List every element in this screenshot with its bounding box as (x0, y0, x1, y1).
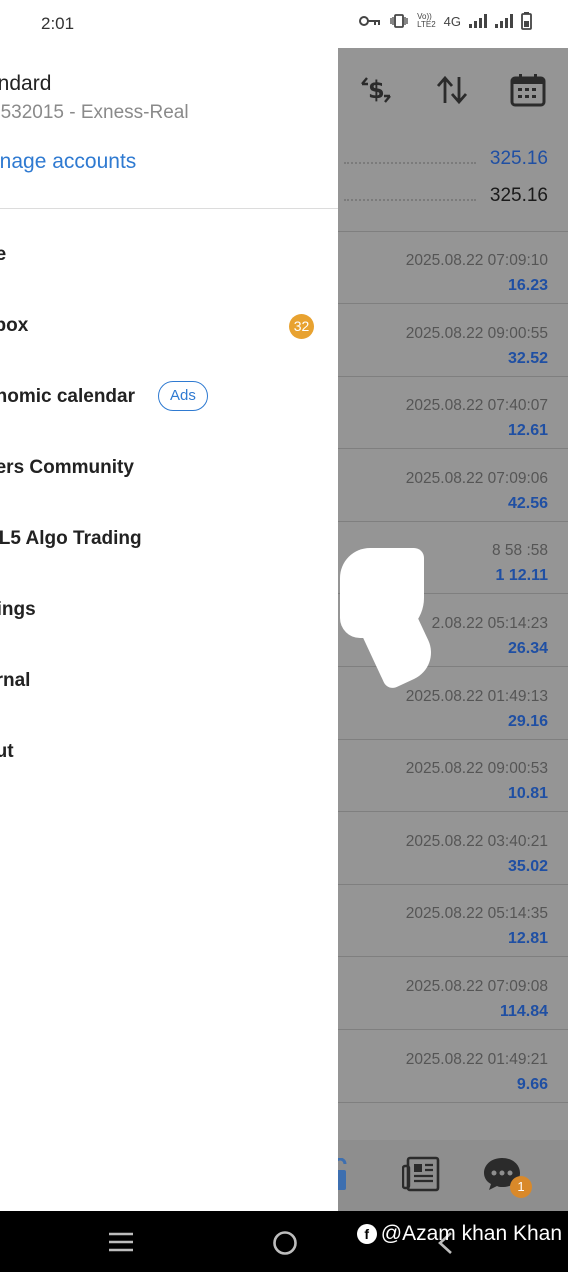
signal-icon-2 (495, 14, 513, 28)
network-type: 4G (443, 13, 461, 29)
menu-item-traders-community[interactable]: ders Community (0, 443, 338, 499)
deal-profit: 32.52 (507, 349, 548, 367)
menu-icon[interactable] (108, 1231, 134, 1258)
deal-row[interactable]: 2025.08.22 09:00:55 32.52 (338, 305, 568, 377)
balance-row: 325.16 (338, 146, 568, 176)
deal-row[interactable]: 2025.08.22 01:49:13 29.16 (338, 668, 568, 740)
vibrate-icon (389, 14, 409, 28)
system-nav-bar: f @Azam khan Khan (0, 1211, 568, 1272)
deal-row[interactable]: 2025.08.22 03:40:21 35.02 (338, 813, 568, 885)
history-toolbar: $ (338, 48, 568, 132)
leader-dots (344, 162, 476, 164)
menu-item-mql5-algo-trading[interactable]: QL5 Algo Trading (0, 514, 338, 570)
deal-time: 2.08.22 05:14:23 (431, 615, 548, 632)
deal-time: 2025.08.22 07:09:06 (405, 469, 548, 487)
menu-item-trade[interactable]: de (0, 230, 338, 286)
deal-profit: 9.66 (516, 1075, 548, 1093)
watermark: f @Azam khan Khan (356, 1222, 562, 1246)
menu-item-label: onomic calendar (0, 386, 135, 407)
deal-row[interactable]: 2025.08.22 07:09:06 42.56 (338, 450, 568, 522)
deal-row[interactable]: 2025.08.22 07:09:08 114.84 (338, 958, 568, 1030)
leader-dots (344, 199, 476, 201)
ads-pill: Ads (158, 381, 208, 411)
menu-item-label: QL5 Algo Trading (0, 528, 142, 549)
deal-row[interactable]: 2025.08.22 05:14:35 12.81 (338, 885, 568, 958)
deal-time: 2025.08.22 07:40:07 (405, 397, 548, 415)
lock-icon[interactable] (338, 1157, 348, 1197)
deal-time: 2025.08.22 07:09:10 (405, 252, 548, 269)
deal-profit: 16.23 (507, 277, 548, 294)
menu-item-economic-calendar[interactable]: onomic calendar Ads (0, 372, 338, 428)
menu-item-label: ders Community (0, 457, 134, 478)
watermark-text: @Azam khan Khan (380, 1222, 562, 1245)
calendar-icon[interactable] (508, 70, 548, 110)
balance-value: 325.16 (489, 148, 548, 169)
deal-time: 2025.08.22 03:40:21 (405, 832, 548, 850)
drawer-divider (0, 208, 338, 209)
deal-profit: 26.34 (507, 640, 548, 657)
deal-profit: 1 12.11 (495, 567, 549, 585)
bottom-tab-bar: 1 (338, 1140, 568, 1211)
deal-profit: 10.81 (507, 785, 548, 803)
deal-profit: 12.61 (507, 422, 548, 440)
menu-item-label: de (0, 244, 7, 265)
deal-profit: 35.02 (507, 857, 548, 875)
deal-profit: 29.16 (507, 712, 548, 730)
deal-time: 8 58 :58 (491, 542, 548, 560)
volte-indicator: Vo)) LTE2 (417, 13, 436, 29)
deal-row[interactable]: 2025.08.22 07:40:07 12.61 (338, 377, 568, 450)
deal-profit: 12.81 (507, 930, 548, 948)
news-icon[interactable] (401, 1156, 440, 1197)
currency-exchange-icon[interactable]: $ (356, 70, 396, 110)
deal-time: 2025.08.22 09:00:53 (405, 760, 548, 778)
menu-item-label: ilbox (0, 315, 29, 336)
key-icon (359, 15, 381, 27)
signal-icon-1 (469, 14, 487, 28)
status-time: 2:01 (41, 14, 75, 33)
deal-row[interactable]: 2025.08.22 09:00:53 10.81 (338, 740, 568, 813)
status-icons: Vo)) LTE2 4G (359, 12, 532, 30)
manage-accounts-link[interactable]: anage accounts (0, 150, 136, 174)
menu-item-journal[interactable]: urnal (0, 656, 338, 712)
deal-profit: 114.84 (499, 1003, 548, 1020)
equity-row: 325.16 (338, 183, 568, 213)
deal-time: 2025.08.22 01:49:13 (405, 687, 548, 705)
deal-time: 2025.08.22 09:00:55 (405, 324, 548, 342)
menu-item-label: out (0, 741, 14, 762)
home-icon[interactable] (272, 1230, 298, 1261)
navigation-drawer: andard 0532015 - Exness-Real anage accou… (0, 48, 338, 1211)
sort-icon[interactable] (432, 70, 472, 110)
deal-profit: 42.56 (507, 494, 548, 512)
svg-text:$: $ (368, 76, 385, 104)
status-bar: 2:01 Vo)) LTE2 4G (0, 0, 568, 48)
deal-row[interactable]: 2025.08.22 01:49:21 9.66 (338, 1031, 568, 1103)
account-number: 0532015 - Exness-Real (0, 102, 189, 123)
chat-badge: 1 (510, 1176, 532, 1198)
menu-item-settings[interactable]: ttings (0, 585, 338, 641)
deal-row[interactable]: 2025.08.22 07:09:10 16.23 (338, 232, 568, 304)
equity-value: 325.16 (489, 185, 548, 206)
lte2-label: LTE2 (417, 20, 436, 29)
menu-item-mailbox[interactable]: ilbox 32 (0, 301, 338, 357)
account-name[interactable]: andard (0, 72, 51, 96)
mailbox-count-badge: 32 (289, 314, 314, 339)
deal-time: 2025.08.22 05:14:35 (405, 905, 548, 923)
facebook-icon: f (356, 1224, 377, 1244)
deal-time: 2025.08.22 01:49:21 (405, 1050, 548, 1068)
menu-item-label: ttings (0, 599, 36, 620)
menu-item-label: urnal (0, 670, 31, 691)
deal-time: 2025.08.22 07:09:08 (405, 978, 548, 995)
battery-icon (521, 12, 532, 30)
menu-item-about[interactable]: out (0, 727, 338, 783)
